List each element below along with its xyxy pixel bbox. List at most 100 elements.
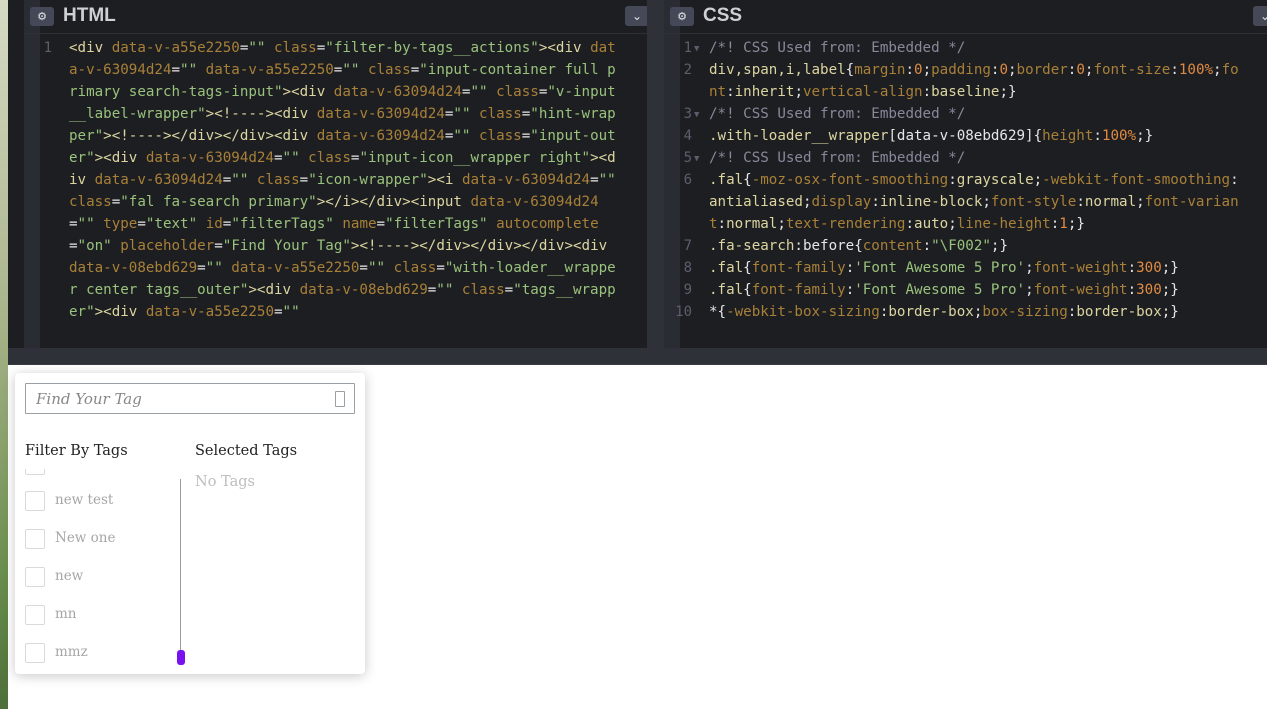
code-token: data-v-63094d24 bbox=[470, 194, 599, 210]
tag-checkbox[interactable] bbox=[25, 491, 45, 511]
code-token: ;} bbox=[999, 84, 1017, 100]
code-token: ;} bbox=[1161, 260, 1179, 276]
code-token: = bbox=[137, 216, 146, 232]
fold-arrow-icon[interactable]: ▼ bbox=[694, 148, 699, 170]
code-token: : bbox=[948, 172, 957, 188]
tag-list[interactable]: new test New one new mn mmz bbox=[25, 469, 185, 669]
code-token: = bbox=[171, 62, 181, 78]
code-token: ><div bbox=[538, 40, 591, 56]
code-token: "icon-wrapper" bbox=[308, 172, 428, 188]
line-number: 4 bbox=[683, 128, 692, 144]
code-token: "" bbox=[470, 84, 497, 100]
code-token: "" bbox=[282, 150, 309, 166]
code-line: 6 .fal{-moz-osx-font-smoothing:grayscale;… bbox=[664, 169, 1267, 235]
code-token: box-sizing bbox=[982, 304, 1068, 320]
chevron-down-icon[interactable]: ⌄ bbox=[1253, 6, 1267, 26]
code-token: : bbox=[905, 216, 915, 232]
selected-tags-title: Selected Tags bbox=[195, 443, 298, 459]
code-token: :before{ bbox=[794, 238, 863, 254]
code-text: .fal{-moz-osx-font-smoothing:grayscale;-… bbox=[709, 169, 1244, 235]
code-token: ; bbox=[1033, 172, 1043, 188]
tag-list-scroll-thumb[interactable] bbox=[177, 650, 185, 665]
search-field[interactable] bbox=[25, 383, 355, 414]
code-token: data-v-a55e2250 bbox=[111, 40, 240, 56]
code-token: = bbox=[316, 40, 326, 56]
code-token: .with-loader__wrapper bbox=[709, 128, 889, 144]
tag-checkbox[interactable] bbox=[25, 643, 45, 663]
code-token: 'Font Awesome 5 Pro' bbox=[854, 282, 1026, 298]
code-token: ;} bbox=[1161, 304, 1179, 320]
code-token: = bbox=[359, 260, 368, 276]
code-token: margin bbox=[854, 62, 906, 78]
code-token: "" bbox=[248, 40, 275, 56]
code-line: 1 ▼ /*! CSS Used from: Embedded */ bbox=[664, 37, 1267, 59]
code-token: class bbox=[496, 84, 539, 100]
code-token: : bbox=[1230, 172, 1239, 188]
gear-icon[interactable]: ⚙ bbox=[30, 7, 54, 26]
code-token: font-style bbox=[990, 194, 1077, 210]
editor-resize-bar[interactable] bbox=[8, 348, 1267, 364]
code-token: data-v-a55e2250 bbox=[145, 304, 274, 320]
search-input[interactable] bbox=[26, 384, 326, 413]
search-icon[interactable] bbox=[335, 391, 345, 407]
code-token: ><!----></div></div></div><div bbox=[350, 238, 616, 254]
tag-checkbox[interactable] bbox=[25, 567, 45, 587]
css-editor-panel[interactable]: ⚙ CSS ⌄ 1 ▼/*! CSS Used from: Embedded */… bbox=[664, 0, 1267, 348]
fold-arrow-icon[interactable]: ▼ bbox=[694, 38, 699, 60]
code-token: class bbox=[367, 62, 411, 78]
code-token: ; bbox=[1213, 62, 1222, 78]
code-text: /*! CSS Used from: Embedded */ bbox=[709, 103, 1244, 125]
code-token: { bbox=[743, 260, 752, 276]
css-code-area[interactable]: 1 ▼/*! CSS Used from: Embedded */2 div,spa… bbox=[664, 37, 1267, 323]
code-token: auto bbox=[914, 216, 949, 232]
code-text: div,span,i,label{margin:0;padding:0;bord… bbox=[709, 59, 1244, 103]
code-token: .fal bbox=[709, 172, 744, 188]
code-token: border bbox=[1016, 62, 1068, 78]
code-token: class bbox=[69, 194, 112, 210]
code-token: { bbox=[845, 62, 855, 78]
tag-checkbox[interactable] bbox=[25, 529, 45, 549]
code-token: data-v-63094d24 bbox=[333, 84, 462, 100]
gear-icon[interactable]: ⚙ bbox=[670, 7, 694, 26]
line-number: 2 bbox=[683, 62, 692, 78]
code-token: ; bbox=[1025, 282, 1034, 298]
fold-arrow-icon[interactable]: ▼ bbox=[694, 104, 699, 126]
code-text: /*! CSS Used from: Embedded */ bbox=[709, 147, 1244, 169]
code-token: 0 bbox=[1076, 62, 1085, 78]
code-token: "" bbox=[598, 172, 625, 188]
tag-list-scroll-track[interactable] bbox=[180, 479, 181, 659]
panel-resize-handle[interactable] bbox=[647, 0, 664, 348]
line-number: 1 bbox=[683, 40, 692, 56]
line-number: 7 bbox=[683, 238, 692, 254]
no-tags-text: No Tags bbox=[195, 474, 255, 490]
code-token: "" bbox=[453, 106, 480, 122]
code-token: inline-block bbox=[879, 194, 983, 210]
code-token: "" bbox=[231, 172, 257, 188]
code-token: = bbox=[504, 282, 514, 298]
code-token: = bbox=[436, 260, 445, 276]
code-token: "filterTags" bbox=[231, 216, 343, 232]
html-editor-panel[interactable]: ⚙ HTML ⌄ 1 <div data-v-a55e2250="" class=… bbox=[24, 0, 655, 348]
code-line: 5 ▼ /*! CSS Used from: Embedded */ bbox=[664, 147, 1267, 169]
tag-checkbox[interactable] bbox=[25, 605, 45, 625]
html-panel-title: HTML bbox=[63, 5, 116, 26]
tag-checkbox[interactable] bbox=[25, 469, 45, 475]
code-token: = bbox=[69, 216, 78, 232]
code-token: = bbox=[427, 282, 437, 298]
code-token: 0 bbox=[914, 62, 923, 78]
code-token: ><!----> bbox=[205, 106, 275, 122]
code-text: .fal{font-family:'Font Awesome 5 Pro';fo… bbox=[709, 257, 1244, 279]
code-token: ><i bbox=[427, 172, 462, 188]
code-token: normal bbox=[726, 216, 778, 232]
html-code-area[interactable]: 1 <div data-v-a55e2250="" class="filter-b… bbox=[24, 37, 655, 323]
css-panel-title: CSS bbox=[703, 5, 743, 26]
chevron-down-icon[interactable]: ⌄ bbox=[625, 6, 649, 26]
code-token: 0 bbox=[999, 62, 1008, 78]
code-token: 300 bbox=[1136, 260, 1162, 276]
code-token: : bbox=[1050, 216, 1060, 232]
code-token: data-v-63094d24 bbox=[461, 172, 591, 188]
line-number: 6 bbox=[683, 172, 692, 188]
code-token: = bbox=[376, 216, 386, 232]
code-token: font-family bbox=[751, 282, 846, 298]
code-token: [data-v-08ebd629] bbox=[888, 128, 1034, 144]
